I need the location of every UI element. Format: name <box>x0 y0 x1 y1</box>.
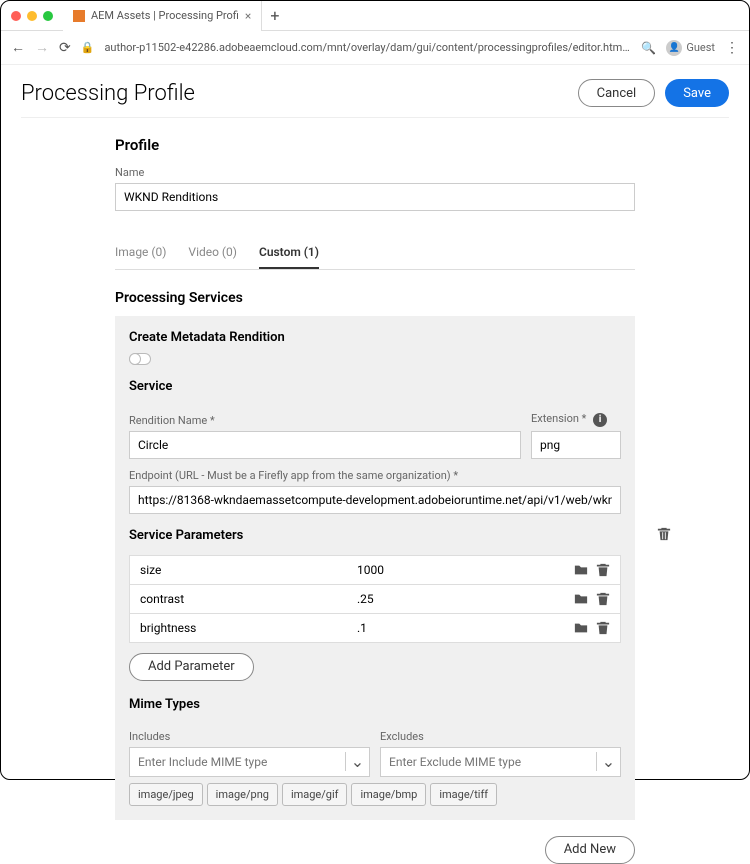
trash-icon[interactable] <box>596 563 610 577</box>
cancel-button[interactable]: Cancel <box>578 79 656 107</box>
maximize-window-button[interactable] <box>43 11 53 21</box>
reload-button[interactable]: ⟳ <box>59 40 71 56</box>
profile-section-title: Profile <box>115 136 635 154</box>
parameter-row: brightness.1 <box>129 613 621 643</box>
mime-chip[interactable]: image/tiff <box>430 783 497 806</box>
tab-custom[interactable]: Custom (1) <box>259 237 319 269</box>
param-key[interactable]: size <box>130 556 347 584</box>
minimize-window-button[interactable] <box>27 11 37 21</box>
page-title: Processing Profile <box>21 81 195 106</box>
folder-icon[interactable] <box>574 592 588 606</box>
service-panel: Create Metadata Rendition Service Rendit… <box>115 316 635 820</box>
folder-icon[interactable] <box>574 621 588 635</box>
service-parameters-heading: Service Parameters <box>129 528 621 543</box>
param-value[interactable]: 1000 <box>347 556 564 584</box>
profile-label: Guest <box>686 41 715 54</box>
close-window-button[interactable] <box>11 11 21 21</box>
save-button[interactable]: Save <box>665 79 729 107</box>
param-value[interactable]: .25 <box>347 585 564 613</box>
avatar-icon: 👤 <box>666 40 682 56</box>
tabs: Image (0) Video (0) Custom (1) <box>115 237 635 270</box>
name-label: Name <box>115 166 635 179</box>
excludes-label: Excludes <box>380 730 621 743</box>
endpoint-input[interactable] <box>129 486 621 514</box>
create-metadata-label: Create Metadata Rendition <box>129 330 621 345</box>
service-heading: Service <box>129 379 621 394</box>
includes-select[interactable]: ⌄ <box>129 747 370 777</box>
mime-chip[interactable]: image/png <box>207 783 278 806</box>
url-display[interactable]: author-p11502-e42286.adobeaemcloud.com/m… <box>104 41 631 54</box>
new-tab-button[interactable]: + <box>270 6 279 25</box>
info-icon[interactable]: i <box>593 413 607 427</box>
lock-icon: 🔒 <box>81 41 95 54</box>
folder-icon[interactable] <box>574 563 588 577</box>
rendition-name-input[interactable] <box>129 431 521 459</box>
parameter-row: contrast.25 <box>129 584 621 614</box>
parameter-row: size1000 <box>129 555 621 585</box>
add-parameter-button[interactable]: Add Parameter <box>129 653 254 681</box>
window-controls <box>11 11 53 21</box>
chevron-down-icon[interactable]: ⌄ <box>596 752 620 771</box>
trash-icon[interactable] <box>596 592 610 606</box>
back-button[interactable]: ← <box>11 39 25 56</box>
trash-icon <box>657 527 671 541</box>
tab-title: AEM Assets | Processing Profi <box>91 9 239 22</box>
close-tab-icon[interactable]: × <box>245 9 251 23</box>
profile-button[interactable]: 👤 Guest <box>666 40 715 56</box>
browser-tab[interactable]: AEM Assets | Processing Profi × <box>63 1 262 31</box>
page-header: Processing Profile Cancel Save <box>21 79 729 118</box>
mime-chip[interactable]: image/bmp <box>351 783 426 806</box>
endpoint-label: Endpoint (URL - Must be a Firefly app fr… <box>129 469 621 482</box>
processing-services-title: Processing Services <box>115 290 635 306</box>
zoom-icon[interactable]: 🔍 <box>641 41 656 55</box>
browser-menu-button[interactable]: ⋮ <box>725 40 739 56</box>
param-value[interactable]: .1 <box>347 614 564 642</box>
extension-label: Extension * i <box>531 412 621 427</box>
create-metadata-toggle[interactable] <box>129 353 151 365</box>
excludes-input[interactable] <box>381 755 596 769</box>
include-chips: image/jpegimage/pngimage/gifimage/bmpima… <box>129 777 621 806</box>
chevron-down-icon[interactable]: ⌄ <box>345 752 369 771</box>
tab-video[interactable]: Video (0) <box>188 237 237 269</box>
rendition-name-label: Rendition Name * <box>129 414 521 427</box>
mime-types-heading: Mime Types <box>129 697 621 712</box>
excludes-select[interactable]: ⌄ <box>380 747 621 777</box>
delete-worker-button[interactable] <box>657 526 671 545</box>
includes-input[interactable] <box>130 755 345 769</box>
param-key[interactable]: brightness <box>130 614 347 642</box>
tab-image[interactable]: Image (0) <box>115 237 166 269</box>
name-input[interactable] <box>115 183 635 211</box>
includes-label: Includes <box>129 730 370 743</box>
mime-chip[interactable]: image/gif <box>282 783 348 806</box>
mime-chip[interactable]: image/jpeg <box>129 783 203 806</box>
trash-icon[interactable] <box>596 621 610 635</box>
address-bar: ← → ⟳ 🔒 author-p11502-e42286.adobeaemclo… <box>1 31 749 65</box>
extension-input[interactable] <box>531 431 621 459</box>
forward-button[interactable]: → <box>35 39 49 56</box>
tab-favicon <box>73 10 85 22</box>
browser-titlebar: AEM Assets | Processing Profi × + <box>1 1 749 31</box>
add-new-button[interactable]: Add New <box>545 836 635 864</box>
param-key[interactable]: contrast <box>130 585 347 613</box>
